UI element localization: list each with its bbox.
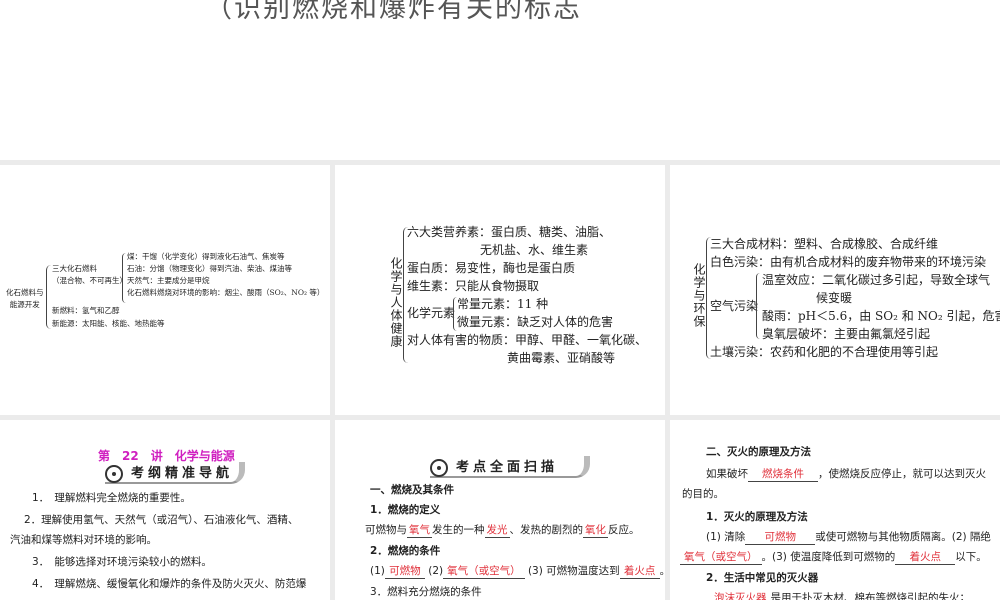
text: (2) <box>428 565 444 577</box>
blank-answer: 氧气 <box>407 524 432 538</box>
text: 或使可燃物与其他物质隔离。(2) 隔绝 <box>815 531 991 543</box>
text: 发生的一种 <box>432 524 485 536</box>
conditions: (1)可燃物 (2)氧气（或空气） (3) 可燃物温度达到着火点。 <box>370 561 665 582</box>
blank-answer: 可燃物 <box>745 530 816 545</box>
text: 是用于扑灭木材、棉布等燃烧引起的失火； <box>770 592 971 600</box>
heading: 二、灭火的原理及方法 <box>706 446 811 458</box>
blank-answer: 氧化 <box>583 524 608 538</box>
slide-top[interactable]: （识别燃烧和爆炸有关的标志 <box>0 0 1000 160</box>
brace <box>122 253 126 303</box>
brace <box>46 265 51 329</box>
ship-wheel-icon <box>105 464 123 483</box>
blank-answer: 发光 <box>484 524 510 538</box>
line: 化学元素 <box>407 306 456 320</box>
text: 。 <box>660 565 665 577</box>
text: 、发热的剧烈的 <box>509 524 584 536</box>
group-line: 三大化石燃料 <box>52 264 97 273</box>
line: 候变暖 <box>816 291 853 305</box>
guide-item: 3． 能够选择对环境污染较小的燃料。 <box>32 556 212 568</box>
paragraph: (1) 清除 可燃物 或使可燃物与其他物质隔离。(2) 隔绝 <box>706 527 991 548</box>
blank-answer: 泡沫灭火器 <box>710 591 771 600</box>
slide-exam-guide[interactable]: 第 22 讲 化学与能源 考纲精准导航 1． 理解燃料完全燃烧的重要性。 2．理… <box>0 420 330 600</box>
paragraph: 氧气（或空气） 。(3) 使温度降低到可燃物的 着火点 以下。 <box>680 547 987 568</box>
line: 六大类营养素：蛋白质、糖类、油脂、 <box>407 225 612 239</box>
ship-wheel-icon <box>430 458 448 477</box>
line: 土壤污染：农药和化肥的不合理使用等引起 <box>710 345 939 359</box>
heading: 1．燃烧的定义 <box>370 504 441 516</box>
root-line: 能源开发 <box>9 300 40 309</box>
scan-banner: 考点全面扫描 <box>430 456 590 478</box>
root-label: 化石燃料与 能源开发 <box>6 287 44 311</box>
root-line: 化石燃料与 <box>6 288 44 297</box>
line: 无机盐、水、维生素 <box>480 243 589 257</box>
blank-answer: 燃烧条件 <box>748 467 818 482</box>
text: 反应。 <box>608 524 640 536</box>
paragraph: 泡沫灭火器 是用于扑灭木材、棉布等燃烧引起的失火； <box>710 588 970 600</box>
heading: 1．灭火的原理及方法 <box>706 511 808 523</box>
heading: 2．生活中常见的灭火器 <box>706 572 819 584</box>
blank-answer: 氧气（或空气） <box>443 564 525 579</box>
text: ，使燃烧反应停止，就可以达到灭火 <box>818 468 986 480</box>
line: 黄曲霉素、亚硝酸等 <box>507 351 616 365</box>
text: (3) 可燃物温度达到 <box>527 565 620 577</box>
line: 对人体有害的物质：甲醇、甲醛、一氧化碳、 <box>407 333 648 347</box>
guide-item: 汽油和煤等燃料对环境的影响。 <box>10 534 157 546</box>
slide-title: （识别燃烧和爆炸有关的标志 <box>205 0 582 24</box>
line: 微量元素：缺乏对人体的危害 <box>457 315 614 329</box>
blank-answer: 着火点 <box>895 550 956 565</box>
fossil-item: 石油：分馏（物理变化）得到汽油、柴油、煤油等 <box>127 264 292 273</box>
line: 三大合成材料：塑料、合成橡胶、合成纤维 <box>710 237 939 251</box>
line: 白色污染：由有机合成材料的废弃物带来的环境污染 <box>710 255 987 269</box>
paragraph: 如果破坏 燃烧条件 ，使燃烧反应停止，就可以达到灭火 <box>706 464 986 485</box>
line: 维生素：只能从食物摄取 <box>407 279 540 293</box>
line: 蛋白质：易变性，酶也是蛋白质 <box>407 261 576 275</box>
line: 臭氧层破坏：主要由氟氯烃引起 <box>762 327 931 341</box>
slide-environment[interactable]: 化学与环保 三大合成材料：塑料、合成橡胶、合成纤维 白色污染：由有机合成材料的废… <box>670 165 1000 415</box>
blank-answer: 可燃物 <box>384 564 425 579</box>
text: (1) 清除 <box>706 531 746 543</box>
banner-label: 考纲精准导航 <box>131 466 234 481</box>
guide-item: 1． 理解燃料完全燃烧的重要性。 <box>32 492 191 504</box>
new-energy: 新能源：太阳能、核能、地热能等 <box>52 319 165 328</box>
heading: 2．燃烧的条件 <box>370 545 441 557</box>
slide-scan[interactable]: 考点全面扫描 一、燃烧及其条件 1．燃烧的定义 可燃物与 氧气 发生的一种 发光 、发热… <box>335 420 665 600</box>
group-label: 三大化石燃料 （混合物、不可再生） <box>52 263 127 287</box>
new-fuel: 新燃料：氢气和乙醇 <box>52 306 120 315</box>
slide-health[interactable]: 化学与人体健康 六大类营养素：蛋白质、糖类、油脂、 无机盐、水、维生素 蛋白质：… <box>335 165 665 415</box>
group-line: （混合物、不可再生） <box>52 276 127 285</box>
text: 以下。 <box>955 551 987 563</box>
line: 常量元素：11 种 <box>457 297 549 311</box>
banner-label: 考点全面扫描 <box>456 460 559 475</box>
slide-extinguish[interactable]: 二、灭火的原理及方法 如果破坏 燃烧条件 ，使燃烧反应停止，就可以达到灭火 的目的。… <box>670 420 1000 600</box>
blank-answer: 氧气（或空气） <box>680 550 762 565</box>
fossil-items: 煤：干馏（化学变化）得到液化石油气、焦炭等 石油：分馏（物理变化）得到汽油、柴油… <box>127 251 324 299</box>
heading: 一、燃烧及其条件 <box>370 484 454 496</box>
definition: 可燃物与 氧气 发生的一种 发光 、发热的剧烈的 氧化 反应。 <box>365 520 640 541</box>
text: (1) <box>370 565 385 577</box>
line: 空气污染 <box>710 299 759 313</box>
heading: 3．燃料充分燃烧的条件 <box>370 586 482 598</box>
fossil-item: 化石燃料燃烧对环境的影响：烟尘、酸雨（SO₂、NO₂ 等） <box>127 288 325 297</box>
paragraph: 的目的。 <box>682 488 724 500</box>
guide-banner: 考纲精准导航 <box>105 462 245 484</box>
text: 如果破坏 <box>706 468 748 480</box>
brace <box>756 273 760 339</box>
text: 可燃物与 <box>365 524 407 536</box>
guide-item: 2．理解使用氢气、天然气（或沼气）、石油液化气、酒精、 <box>24 514 299 526</box>
fossil-item: 煤：干馏（化学变化）得到液化石油气、焦炭等 <box>127 252 285 261</box>
text: 。(3) 使温度降低到可燃物的 <box>761 551 896 563</box>
guide-item: 4． 理解燃烧、缓慢氧化和爆炸的条件及防火灭火、防范爆 <box>32 578 307 590</box>
line: 酸雨：pH＜5.6，由 SO₂ 和 NO₂ 引起，危害 <box>762 309 1000 323</box>
slide-fossil-fuels[interactable]: 化石燃料与 能源开发 三大化石燃料 （混合物、不可再生） 煤：干馏（化学变化）得… <box>0 165 330 415</box>
line: 温室效应：二氧化碳过多引起，导致全球气 <box>762 273 991 287</box>
blank-answer: 着火点 <box>619 564 660 579</box>
fossil-item: 天然气：主要成分是甲烷 <box>127 276 210 285</box>
